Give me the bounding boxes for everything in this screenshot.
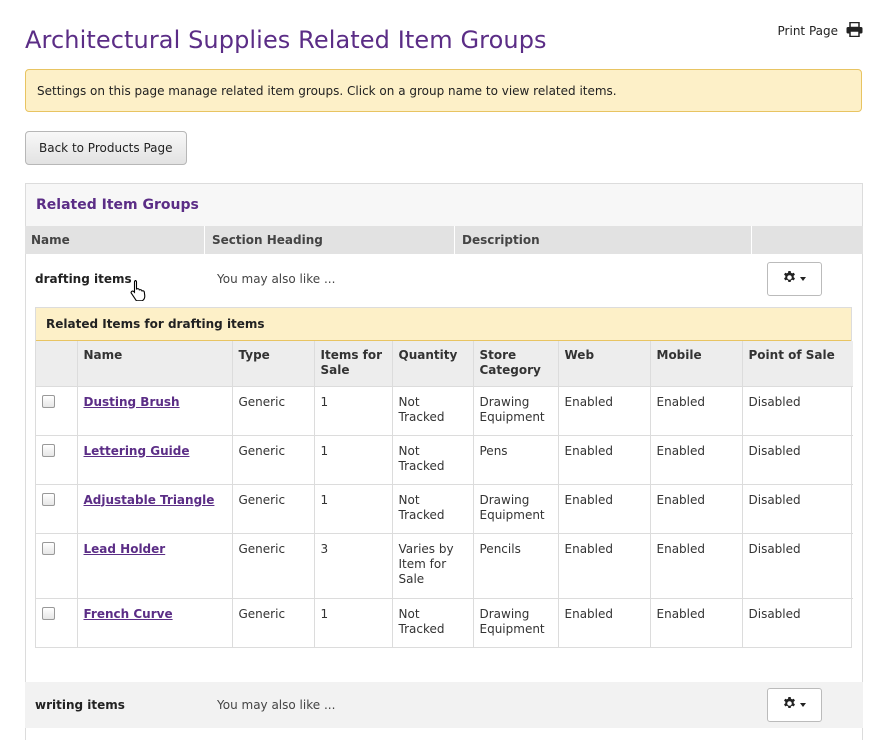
item-store-category: Pens: [472, 434, 559, 485]
table-header-row: Name Type Items for Sale Quantity Store …: [36, 341, 853, 387]
item-name-cell: Dusting Brush: [76, 385, 233, 436]
item-type: Generic: [231, 434, 315, 485]
item-type: Generic: [231, 532, 315, 599]
item-pos-status: Disabled: [741, 532, 853, 599]
item-name-cell: Lettering Guide: [76, 434, 233, 485]
item-web-status: Enabled: [557, 385, 651, 436]
column-header-name: Name: [31, 233, 70, 247]
info-notice: Settings on this page manage related ite…: [25, 69, 862, 112]
item-name-cell: Lead Holder: [76, 532, 233, 599]
group-row-writing-items: writing items You may also like ...: [25, 682, 863, 728]
item-store-category: Pencils: [472, 532, 559, 599]
item-name-cell: French Curve: [76, 597, 233, 647]
item-name-link[interactable]: Lead Holder: [84, 542, 166, 556]
item-pos-status: Disabled: [741, 434, 853, 485]
item-name-link[interactable]: Dusting Brush: [84, 395, 180, 409]
group-section-heading: You may also like ...: [217, 698, 336, 712]
table-row: Adjustable Triangle Generic 1 Not Tracke…: [36, 483, 853, 534]
item-mobile-status: Enabled: [649, 434, 743, 485]
page-title: Architectural Supplies Related Item Grou…: [25, 26, 547, 54]
table-row: Lead Holder Generic 3 Varies by Item for…: [36, 532, 853, 599]
print-page-label: Print Page: [777, 24, 838, 38]
row-select-cell: [36, 597, 78, 647]
header-items-for-sale[interactable]: Items for Sale: [313, 341, 393, 387]
item-mobile-status: Enabled: [649, 483, 743, 534]
header-web[interactable]: Web: [557, 341, 651, 387]
item-web-status: Enabled: [557, 597, 651, 647]
item-web-status: Enabled: [557, 532, 651, 599]
table-row: Lettering Guide Generic 1 Not Tracked Pe…: [36, 434, 853, 485]
row-select-cell: [36, 532, 78, 599]
header-select: [36, 341, 78, 387]
item-items-for-sale: 1: [313, 385, 393, 436]
item-quantity: Varies by Item for Sale: [391, 532, 474, 599]
item-type: Generic: [231, 385, 315, 436]
notice-text: Settings on this page manage related ite…: [37, 83, 617, 98]
item-name-link[interactable]: Lettering Guide: [84, 444, 190, 458]
gear-icon: [783, 697, 796, 713]
item-store-category: Drawing Equipment: [472, 483, 559, 534]
item-pos-status: Disabled: [741, 483, 853, 534]
row-select-cell: [36, 483, 78, 534]
group-actions-button[interactable]: [767, 688, 822, 722]
related-items-title: Related Items for drafting items: [36, 308, 851, 341]
item-items-for-sale: 1: [313, 434, 393, 485]
item-quantity: Not Tracked: [391, 385, 474, 436]
item-items-for-sale: 1: [313, 483, 393, 534]
caret-down-icon: [800, 703, 806, 707]
hand-pointer-icon: [129, 279, 149, 305]
related-items-section: Related Items for drafting items Name Ty…: [35, 307, 853, 648]
item-store-category: Drawing Equipment: [472, 385, 559, 436]
item-pos-status: Disabled: [741, 385, 853, 436]
item-items-for-sale: 1: [313, 597, 393, 647]
group-actions-button[interactable]: [767, 262, 822, 296]
row-select-cell: [36, 385, 78, 436]
print-page-link[interactable]: Print Page: [777, 21, 863, 40]
item-quantity: Not Tracked: [391, 483, 474, 534]
printer-icon: [846, 21, 863, 40]
back-to-products-button[interactable]: Back to Products Page: [25, 131, 187, 165]
item-mobile-status: Enabled: [649, 597, 743, 647]
groups-column-header: Name Section Heading Description: [25, 226, 863, 254]
row-select-cell: [36, 434, 78, 485]
row-checkbox[interactable]: [42, 606, 55, 620]
item-name-cell: Adjustable Triangle: [76, 483, 233, 534]
row-checkbox[interactable]: [42, 394, 55, 408]
related-items-table: Name Type Items for Sale Quantity Store …: [36, 341, 853, 647]
group-name-link[interactable]: writing items: [35, 698, 125, 712]
header-mobile[interactable]: Mobile: [649, 341, 743, 387]
header-point-of-sale[interactable]: Point of Sale: [741, 341, 853, 387]
item-mobile-status: Enabled: [649, 385, 743, 436]
row-checkbox[interactable]: [42, 541, 55, 555]
column-header-description: Description: [462, 233, 540, 247]
header-store-category[interactable]: Store Category: [472, 341, 559, 387]
item-quantity: Not Tracked: [391, 434, 474, 485]
item-type: Generic: [231, 597, 315, 647]
item-web-status: Enabled: [557, 434, 651, 485]
item-items-for-sale: 3: [313, 532, 393, 599]
header-type[interactable]: Type: [231, 341, 315, 387]
item-pos-status: Disabled: [741, 597, 853, 647]
row-checkbox[interactable]: [42, 492, 55, 506]
column-header-section-heading: Section Heading: [212, 233, 323, 247]
row-checkbox[interactable]: [42, 443, 55, 457]
item-store-category: Drawing Equipment: [472, 597, 559, 647]
group-name-link[interactable]: drafting items: [35, 272, 132, 286]
group-section-heading: You may also like ...: [217, 272, 336, 286]
item-name-link[interactable]: French Curve: [84, 607, 173, 621]
group-row-drafting-items: drafting items You may also like ...: [25, 256, 863, 302]
header-quantity[interactable]: Quantity: [391, 341, 474, 387]
item-type: Generic: [231, 483, 315, 534]
item-name-link[interactable]: Adjustable Triangle: [84, 493, 215, 507]
item-mobile-status: Enabled: [649, 532, 743, 599]
panel-title: Related Item Groups: [25, 183, 863, 226]
gear-icon: [783, 271, 796, 287]
table-row: French Curve Generic 1 Not Tracked Drawi…: [36, 597, 853, 647]
item-quantity: Not Tracked: [391, 597, 474, 647]
item-web-status: Enabled: [557, 483, 651, 534]
header-name[interactable]: Name: [76, 341, 233, 387]
table-row: Dusting Brush Generic 1 Not Tracked Draw…: [36, 385, 853, 436]
caret-down-icon: [800, 277, 806, 281]
